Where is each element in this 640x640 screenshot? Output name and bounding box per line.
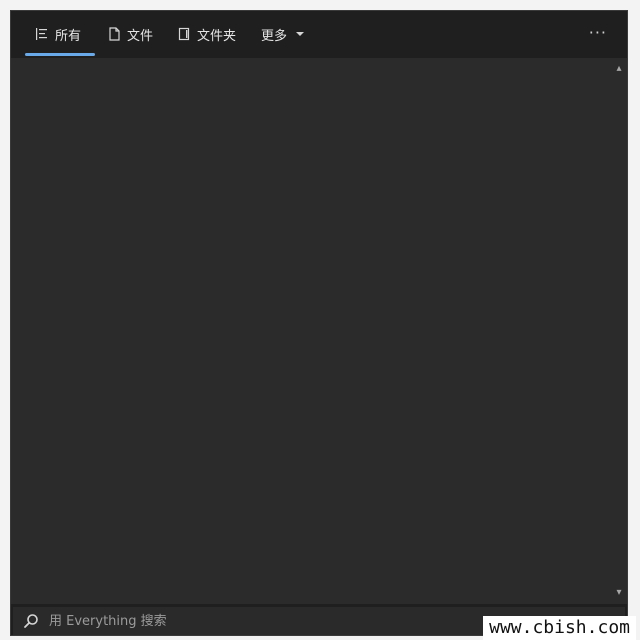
results-area[interactable] [11,58,611,604]
tab-more[interactable]: 更多 [261,23,305,45]
file-icon [109,27,120,41]
folder-icon [178,27,190,41]
tab-all-label: 所有 [55,28,82,44]
vertical-scrollbar[interactable]: ▴ ▾ [611,58,627,604]
search-input[interactable] [47,612,431,630]
tab-files[interactable]: 文件 [107,23,153,45]
tab-folders-label: 文件夹 [197,28,237,44]
list-icon [36,28,47,40]
app-window: 所有 文件 文件夹 更多 ··· ▴ ▾ [10,10,628,636]
search-icon [24,614,38,628]
tab-files-label: 文件 [127,28,154,44]
tab-bar: 所有 文件 文件夹 更多 ··· [11,11,627,58]
scroll-up-arrow-icon[interactable]: ▴ [614,64,624,74]
chevron-down-icon [296,32,305,36]
more-options-button[interactable]: ··· [589,23,607,42]
watermark: www.cbish.com [483,616,636,640]
tab-folders[interactable]: 文件夹 [177,23,236,45]
tab-all[interactable]: 所有 [24,23,96,56]
scroll-down-arrow-icon[interactable]: ▾ [614,588,624,598]
tab-more-label: 更多 [261,28,288,44]
